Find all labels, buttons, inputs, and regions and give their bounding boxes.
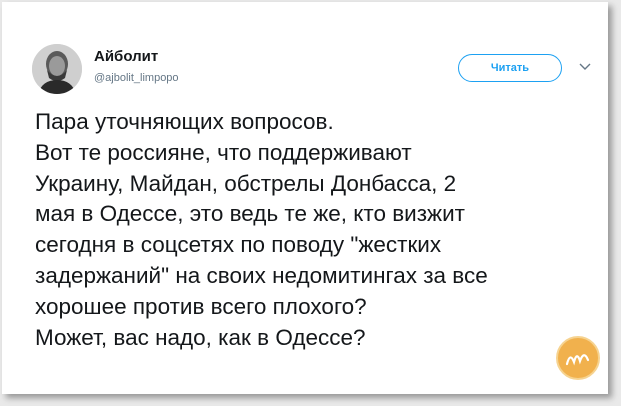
tweet-line: Может, вас надо, как в Одессе? [35, 324, 366, 350]
author-name[interactable]: Айболит [94, 48, 158, 65]
chevron-down-icon[interactable] [579, 62, 591, 72]
follow-button[interactable]: Читать [458, 54, 562, 82]
watermark-logo [556, 336, 600, 380]
tweet-line: Украину, Майдан, обстрелы Донбасса, 2 [35, 170, 457, 196]
avatar-portrait [32, 44, 82, 94]
tweet-line: сегодня в соцсетях по поводу "жестких [35, 232, 442, 258]
tweet-line: Вот те россияне, что поддерживают [35, 139, 412, 165]
logo-stamp [565, 354, 590, 366]
avatar[interactable] [32, 44, 82, 94]
tweet-card: Айболит @ajbolit_limpopo Читать Пара уто… [2, 2, 608, 394]
author-handle[interactable]: @ajbolit_limpopo [94, 72, 179, 84]
tweet-line: Пара уточняющих вопросов. [35, 109, 334, 134]
tweet-line: задержаний" на своих недомитингах за все [35, 262, 488, 288]
tweet-line: хорошее против всего плохого? [35, 293, 367, 319]
tweet-line: мая в Одессе, это ведь те же, кто визжит [35, 201, 465, 227]
tweet-text: Пара уточняющих вопросов. Вот те россиян… [35, 107, 595, 353]
